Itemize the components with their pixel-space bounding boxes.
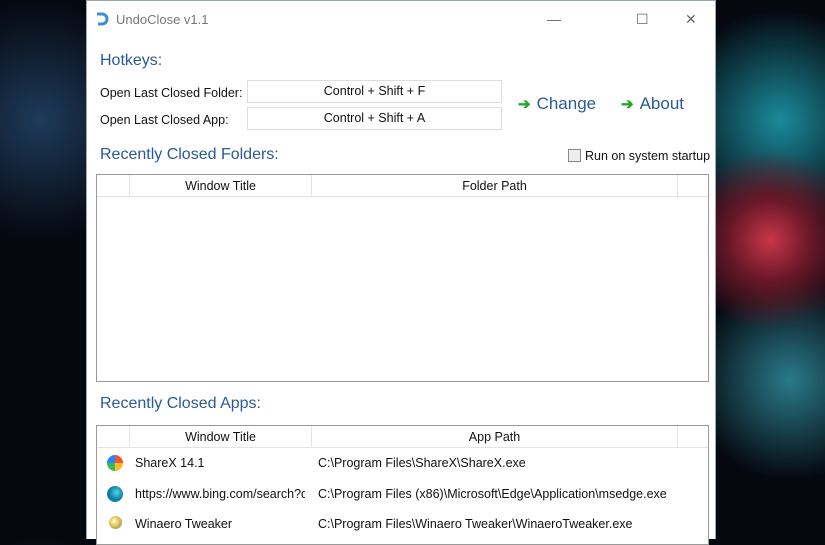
row-app-path: C:\Program Files\Winaero Tweaker\Winaero… — [318, 517, 633, 531]
table-header: Window Title App Path — [97, 426, 708, 448]
minimize-button[interactable]: — — [547, 11, 561, 27]
change-link[interactable]: ➔ Change — [518, 94, 596, 114]
row-window-title: Winaero Tweaker — [135, 517, 233, 531]
apps-heading: Recently Closed Apps: — [100, 395, 261, 412]
arrow-right-icon: ➔ — [621, 96, 634, 113]
startup-label[interactable]: Run on system startup — [585, 149, 710, 163]
apps-table: Window Title App Path ShareX 14.1 C:\Pro… — [96, 425, 709, 545]
column-header-app-path[interactable]: App Path — [312, 426, 678, 448]
icon-column-header[interactable] — [97, 426, 130, 448]
table-row[interactable]: https://www.bing.com/search?q C:\Program… — [97, 479, 708, 510]
column-header-window-title[interactable]: Window Title — [130, 426, 312, 448]
icon-column-header[interactable] — [97, 175, 130, 197]
folders-heading: Recently Closed Folders: — [100, 146, 279, 163]
row-app-path: C:\Program Files\ShareX\ShareX.exe — [318, 456, 526, 470]
app-hotkey-label: Open Last Closed App: — [100, 113, 229, 127]
table-header: Window Title Folder Path — [97, 175, 708, 197]
row-app-path: C:\Program Files (x86)\Microsoft\Edge\Ap… — [318, 486, 667, 501]
arrow-right-icon: ➔ — [518, 96, 531, 113]
table-row[interactable]: Winaero Tweaker C:\Program Files\Winaero… — [97, 509, 708, 540]
window-title: UndoClose v1.1 — [116, 12, 209, 27]
edge-icon — [107, 485, 123, 502]
about-label: About — [639, 94, 685, 113]
title-bar[interactable]: UndoClose v1.1 — ☐ ✕ — [87, 1, 715, 37]
table-row[interactable]: ShareX 14.1 C:\Program Files\ShareX\Shar… — [97, 448, 708, 479]
close-button[interactable]: ✕ — [685, 11, 697, 28]
winaero-icon — [109, 516, 122, 529]
startup-checkbox[interactable] — [568, 149, 581, 162]
about-link[interactable]: ➔ About — [621, 94, 684, 114]
row-window-title: https://www.bing.com/search?q — [135, 486, 305, 501]
row-window-title: ShareX 14.1 — [135, 456, 205, 470]
undo-logo-icon — [97, 12, 109, 26]
folders-table: Window Title Folder Path — [96, 174, 709, 382]
column-header-folder-path[interactable]: Folder Path — [312, 175, 678, 197]
hotkeys-heading: Hotkeys: — [100, 52, 163, 69]
folder-hotkey-field[interactable]: Control + Shift + F — [247, 80, 502, 103]
maximize-button[interactable]: ☐ — [636, 11, 649, 28]
folder-hotkey-label: Open Last Closed Folder: — [100, 86, 243, 100]
change-label: Change — [536, 94, 597, 113]
column-header-window-title[interactable]: Window Title — [130, 175, 312, 197]
app-hotkey-field[interactable]: Control + Shift + A — [247, 107, 502, 130]
undoclose-window: UndoClose v1.1 — ☐ ✕ Hotkeys: Open Last … — [86, 0, 716, 545]
sharex-icon — [107, 455, 123, 471]
